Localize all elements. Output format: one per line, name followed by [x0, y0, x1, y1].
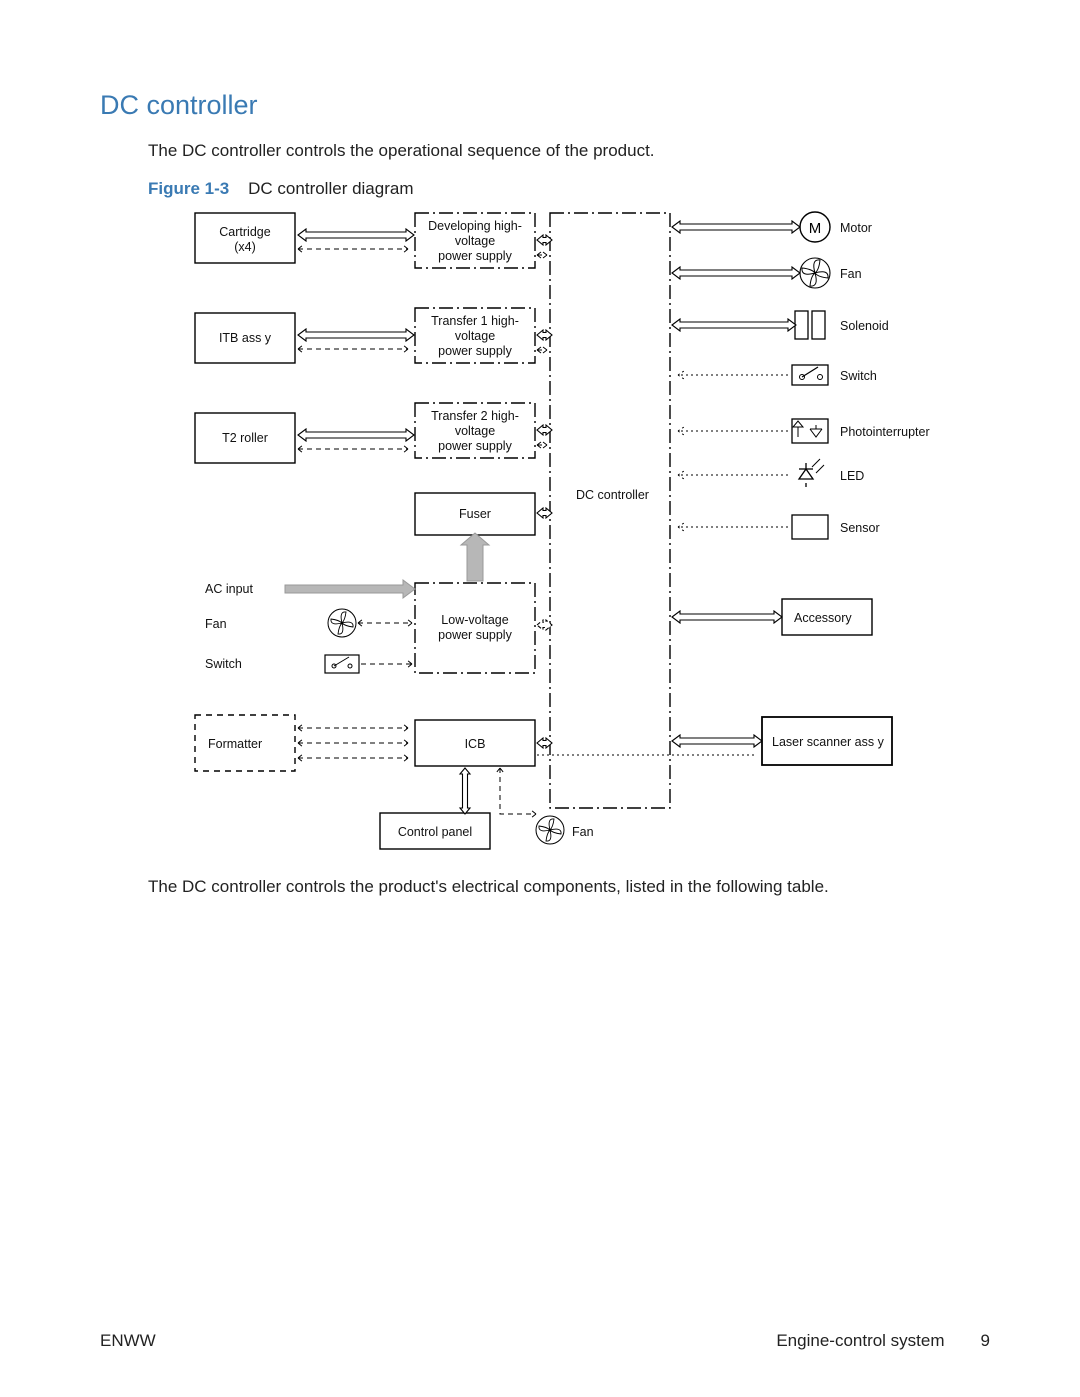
label-fan-right: Fan	[840, 267, 862, 282]
footer-left: ENWW	[100, 1331, 156, 1351]
box-control-panel: Control panel	[385, 825, 485, 840]
label-laser-scanner: Laser scanner ass y	[772, 735, 892, 750]
label-sensor: Sensor	[840, 521, 880, 536]
box-icb: ICB	[420, 737, 530, 752]
label-motor: Motor	[840, 221, 872, 236]
label-fan-bottom: Fan	[572, 825, 594, 840]
label-photointerrupter: Photointerrupter	[840, 425, 930, 440]
box-itb: ITB ass y	[210, 331, 280, 346]
figure-caption: Figure 1-3 DC controller diagram	[148, 179, 990, 199]
label-ac-input: AC input	[205, 582, 253, 597]
footer-section: Engine-control system	[776, 1331, 944, 1351]
label-switch-right: Switch	[840, 369, 877, 384]
label-fan-left: Fan	[205, 617, 227, 632]
label-accessory: Accessory	[794, 611, 852, 626]
page: DC controller The DC controller controls…	[0, 0, 1080, 1397]
footer-page: 9	[981, 1331, 990, 1351]
box-t2roller: T2 roller	[210, 431, 280, 446]
box-formatter: Formatter	[208, 737, 262, 752]
section-heading: DC controller	[100, 90, 990, 121]
box-dhv: Developing high-voltagepower supply	[420, 219, 530, 264]
box-lvps: Low-voltagepower supply	[420, 613, 530, 643]
box-cartridge: Cartridge(x4)	[210, 225, 280, 255]
box-t2hv: Transfer 2 high-voltagepower supply	[420, 409, 530, 454]
figure-title: DC controller diagram	[248, 179, 413, 198]
dc-controller-diagram: M	[180, 205, 900, 865]
box-fuser: Fuser	[420, 507, 530, 522]
figure-number: Figure 1-3	[148, 179, 229, 198]
label-led: LED	[840, 469, 864, 484]
svg-text:M: M	[809, 220, 822, 237]
content: DC controller The DC controller controls…	[100, 90, 990, 915]
label-switch-left: Switch	[205, 657, 242, 672]
page-footer: ENWW Engine-control system 9	[100, 1331, 990, 1351]
label-dc-controller: DC controller	[576, 488, 649, 503]
label-solenoid: Solenoid	[840, 319, 889, 334]
outro-paragraph: The DC controller controls the product's…	[148, 877, 990, 897]
intro-paragraph: The DC controller controls the operation…	[148, 141, 990, 161]
box-t1hv: Transfer 1 high-voltagepower supply	[420, 314, 530, 359]
